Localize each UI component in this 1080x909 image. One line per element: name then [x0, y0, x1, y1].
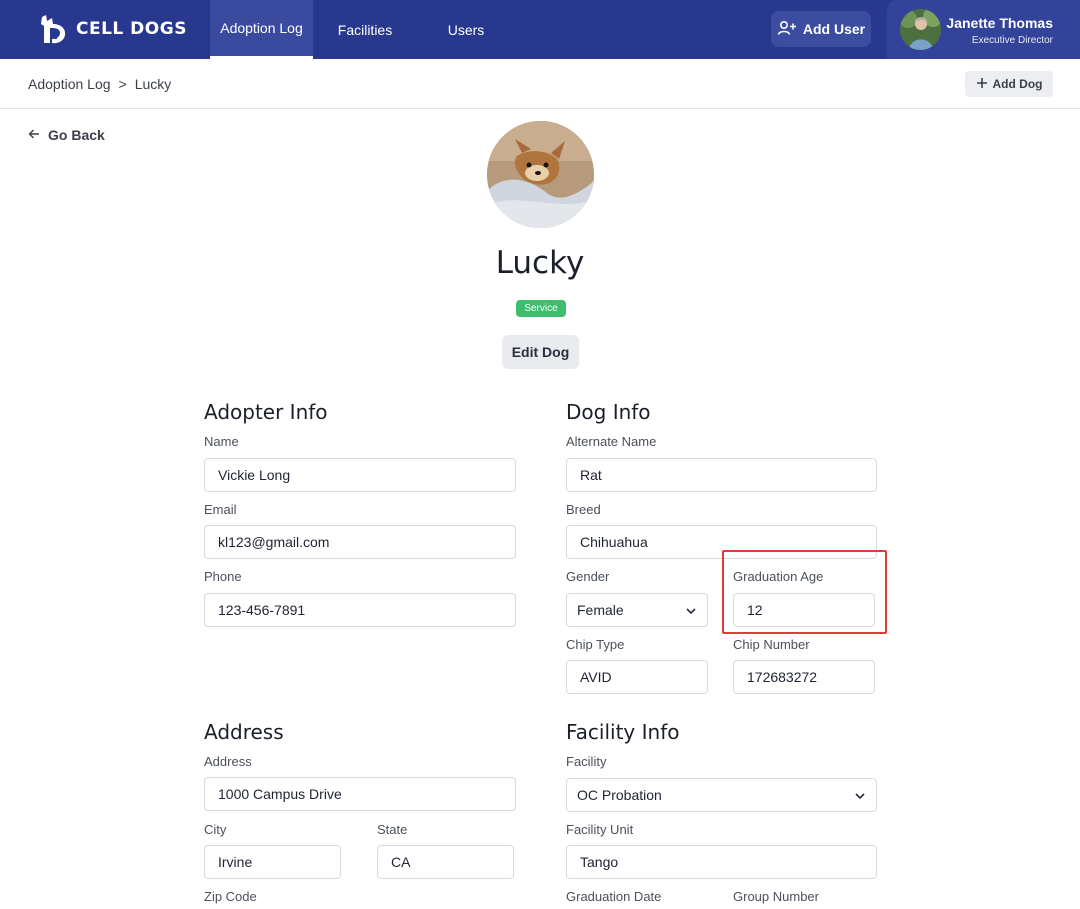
chip-number-label: Chip Number: [733, 637, 810, 652]
logo-text: CELL DOGS: [76, 19, 187, 39]
add-user-button[interactable]: Add User: [771, 11, 871, 47]
chevron-down-icon: [685, 602, 697, 618]
zip-code-label: Zip Code: [204, 889, 257, 904]
breadcrumb-current: Lucky: [134, 76, 172, 92]
top-nav: CELL DOGS Adoption Log Facilities Users …: [0, 0, 1080, 59]
add-user-label: Add User: [802, 21, 866, 37]
gender-label: Gender: [566, 569, 610, 584]
gender-value: Female: [577, 602, 624, 618]
dog-name: Lucky: [495, 245, 585, 281]
tab-facilities[interactable]: Facilities: [320, 0, 410, 59]
edit-dog-button[interactable]: Edit Dog: [502, 335, 579, 369]
facility-unit-field[interactable]: Tango: [566, 845, 877, 879]
group-number-label: Group Number: [733, 889, 819, 904]
logo[interactable]: CELL DOGS: [36, 10, 187, 48]
breadcrumb-separator: >: [118, 76, 127, 92]
avatar: [900, 9, 941, 50]
tab-users[interactable]: Users: [425, 0, 507, 59]
facility-label: Facility: [566, 754, 607, 769]
go-back-button[interactable]: Go Back: [28, 127, 105, 143]
add-dog-label: Add Dog: [992, 77, 1043, 91]
add-user-icon: [777, 20, 797, 39]
dog-info-title: Dog Info: [566, 400, 651, 424]
facility-value: OC Probation: [577, 787, 662, 803]
address-label: Address: [204, 754, 252, 769]
tab-adoption-log[interactable]: Adoption Log: [210, 0, 313, 59]
breadcrumb: Adoption Log > Lucky: [28, 76, 171, 92]
adopter-email-field[interactable]: kl123@gmail.com: [204, 525, 516, 559]
state-field[interactable]: CA: [377, 845, 514, 879]
name-label: Name: [204, 434, 239, 449]
breadcrumb-root[interactable]: Adoption Log: [28, 76, 111, 92]
city-field[interactable]: Irvine: [204, 845, 341, 879]
chip-type-label: Chip Type: [566, 637, 625, 652]
status-badge: Service: [516, 300, 566, 317]
facility-select[interactable]: OC Probation: [566, 778, 877, 812]
email-label: Email: [204, 502, 237, 517]
adopter-phone-field[interactable]: 123-456-7891: [204, 593, 516, 627]
add-dog-button[interactable]: Add Dog: [965, 71, 1053, 97]
user-menu[interactable]: Janette Thomas Executive Director: [887, 0, 1080, 59]
facility-unit-label: Facility Unit: [566, 822, 634, 837]
user-role: Executive Director: [971, 35, 1053, 46]
alternate-name-label: Alternate Name: [566, 434, 657, 449]
adopter-name-field[interactable]: Vickie Long: [204, 458, 516, 492]
gender-select[interactable]: Female: [566, 593, 708, 627]
breed-label: Breed: [566, 502, 601, 517]
phone-label: Phone: [204, 569, 242, 584]
go-back-label: Go Back: [48, 127, 105, 143]
chip-type-field[interactable]: AVID: [566, 660, 708, 694]
plus-icon: [976, 77, 988, 92]
subheader: Adoption Log > Lucky Add Dog: [0, 59, 1080, 109]
dog-photo: [487, 121, 594, 228]
chevron-down-icon: [854, 787, 866, 803]
arrow-left-icon: [28, 127, 40, 143]
state-label: State: [377, 822, 408, 837]
user-name: Janette Thomas: [946, 15, 1053, 31]
cell-dogs-logo-icon: [36, 12, 70, 46]
address-field[interactable]: 1000 Campus Drive: [204, 777, 516, 811]
facility-info-title: Facility Info: [566, 720, 680, 744]
chip-number-field[interactable]: 172683272: [733, 660, 875, 694]
graduation-date-label: Graduation Date: [566, 889, 662, 904]
graduation-age-highlight: [722, 550, 887, 634]
adopter-info-title: Adopter Info: [204, 400, 328, 424]
alternate-name-field[interactable]: Rat: [566, 458, 877, 492]
address-title: Address: [204, 720, 284, 744]
city-label: City: [204, 822, 227, 837]
